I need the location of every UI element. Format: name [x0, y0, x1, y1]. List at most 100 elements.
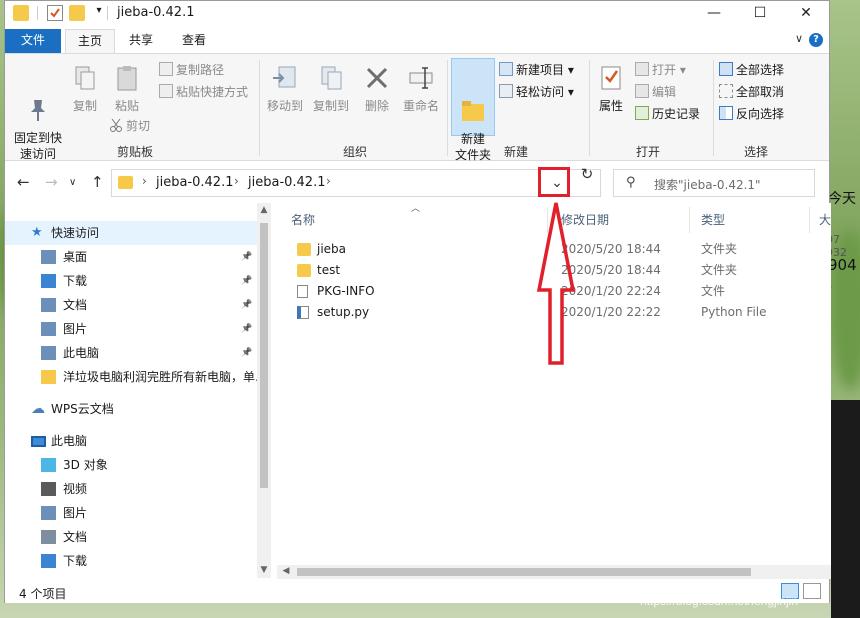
new-folder-quick-icon[interactable]	[69, 5, 85, 21]
navigation-bar: ← → ∨ ↑ › jieba-0.42.1 › jieba-0.42.1 › …	[5, 161, 829, 203]
nav-this-pc-item[interactable]: 文档	[5, 525, 257, 549]
properties-label: 属性	[598, 99, 623, 113]
annotation-highlight-box	[538, 167, 570, 197]
nav-quick-access[interactable]: ★ 快速访问	[5, 221, 257, 245]
pin-icon[interactable]: 📌	[241, 245, 252, 269]
outside-today-label: 今天	[828, 191, 856, 207]
invert-selection-button[interactable]: 反向选择	[719, 104, 784, 124]
open-button[interactable]: 打开 ▾	[635, 60, 686, 80]
pin-icon[interactable]: 📌	[241, 269, 252, 293]
properties-quick-icon[interactable]	[47, 5, 63, 21]
scroll-left-icon[interactable]: ◀	[279, 566, 293, 576]
3d-objects-icon	[41, 458, 56, 472]
tab-file[interactable]: 文件	[5, 29, 61, 53]
pin-icon[interactable]: 📌	[241, 317, 252, 341]
paste-button[interactable]: 粘贴	[109, 64, 145, 114]
move-to-label: 移动到	[266, 99, 303, 113]
large-icons-view-icon[interactable]	[803, 583, 821, 599]
minimize-button[interactable]: —	[691, 1, 737, 27]
select-all-button[interactable]: 全部选择	[719, 60, 784, 80]
nav-quick-access-item[interactable]: 洋垃圾电脑利润完胜所有新电脑，单…	[5, 365, 257, 389]
computer-icon	[41, 346, 56, 360]
easy-access-button[interactable]: 轻松访问 ▾	[499, 82, 574, 102]
column-header-type[interactable]: 类型	[701, 211, 725, 228]
file-name: PKG-INFO	[317, 284, 375, 298]
picture-icon	[41, 506, 56, 520]
scroll-up-icon[interactable]: ▲	[257, 205, 271, 215]
nav-this-pc-item[interactable]: 视频	[5, 477, 257, 501]
folder-icon	[41, 370, 56, 384]
tab-view[interactable]: 查看	[171, 29, 217, 53]
delete-icon	[363, 64, 391, 92]
file-icon	[297, 285, 308, 298]
history-button[interactable]: 历史记录	[635, 104, 700, 124]
customize-quick-access-icon[interactable]: ▾	[91, 5, 107, 21]
delete-button[interactable]: 删除	[361, 64, 393, 114]
new-item-icon	[499, 62, 513, 76]
paste-shortcut-icon	[159, 84, 173, 98]
copy-path-button[interactable]: 复制路径	[159, 60, 224, 80]
nav-quick-access-item[interactable]: 文档 📌	[5, 293, 257, 317]
invert-selection-icon	[719, 106, 733, 120]
navigation-pane: ★ 快速访问 桌面 📌 下载 📌 文档 📌 图片 📌 此电脑 📌 洋垃圾电脑利润完胜所有新电脑，单……	[5, 203, 271, 578]
file-name: jieba	[317, 242, 347, 256]
python-file-icon	[297, 306, 309, 319]
address-bar[interactable]: › jieba-0.42.1 › jieba-0.42.1 › ⌄	[111, 169, 601, 197]
file-list-horizontal-scrollbar[interactable]: ◀	[277, 565, 831, 579]
back-arrow-icon[interactable]: ←	[17, 173, 30, 191]
up-arrow-icon[interactable]: ↑	[91, 173, 104, 191]
close-button[interactable]: ✕	[783, 1, 829, 27]
select-none-button[interactable]: 全部取消	[719, 82, 784, 102]
nav-quick-access-item[interactable]: 桌面 📌	[5, 245, 257, 269]
properties-button[interactable]: 属性	[593, 64, 629, 114]
file-type: 文件夹	[701, 263, 738, 277]
maximize-button[interactable]: ☐	[737, 1, 783, 27]
collapse-ribbon-icon[interactable]: ∨	[795, 32, 803, 45]
nav-wps-cloud[interactable]: ☁ WPS云文档	[5, 397, 257, 421]
explorer-window: ▾ jieba-0.42.1 — ☐ ✕ 文件 主页 共享 查看 ∨ ? 固定到…	[4, 0, 831, 603]
tab-home[interactable]: 主页	[65, 29, 115, 53]
column-header-size[interactable]: 大	[819, 211, 831, 228]
breadcrumb-item[interactable]: jieba-0.42.1	[156, 175, 233, 190]
recent-locations-icon[interactable]: ∨	[69, 177, 76, 188]
scroll-down-icon[interactable]: ▼	[257, 565, 271, 575]
nav-this-pc-item[interactable]: 3D 对象	[5, 453, 257, 477]
nav-pane-scrollbar[interactable]: ▲ ▼	[257, 203, 271, 578]
desktop-icon	[41, 250, 56, 264]
tab-share[interactable]: 共享	[119, 29, 163, 53]
forward-arrow-icon[interactable]: →	[45, 173, 58, 191]
refresh-icon[interactable]: ↻	[577, 165, 597, 183]
nav-quick-access-item[interactable]: 图片 📌	[5, 317, 257, 341]
edit-button[interactable]: 编辑	[635, 82, 676, 102]
scrollbar-thumb[interactable]	[260, 223, 268, 488]
paste-shortcut-button[interactable]: 粘贴快捷方式	[159, 82, 248, 102]
pin-label: 固定到快 速访问	[13, 131, 62, 161]
rename-button[interactable]: 重命名	[399, 64, 443, 114]
new-folder-label: 新建 文件夹	[454, 132, 491, 162]
search-input[interactable]: ⚲ 搜索"jieba-0.42.1"	[613, 169, 815, 197]
new-folder-icon	[459, 81, 487, 121]
folder-icon	[13, 5, 29, 21]
nav-this-pc-item[interactable]: 图片	[5, 501, 257, 525]
new-folder-button[interactable]: 新建 文件夹	[451, 58, 495, 162]
breadcrumb-item[interactable]: jieba-0.42.1	[248, 175, 325, 190]
pin-icon[interactable]: 📌	[241, 341, 252, 365]
new-item-button[interactable]: 新建项目 ▾	[499, 60, 574, 80]
pin-icon[interactable]: 📌	[241, 293, 252, 317]
nav-quick-access-item[interactable]: 下载 📌	[5, 269, 257, 293]
pin-to-quick-access-button[interactable]: 固定到快 速访问	[9, 64, 67, 162]
cut-button[interactable]: 剪切	[109, 116, 150, 136]
nav-this-pc-item[interactable]: 下载	[5, 549, 257, 573]
nav-this-pc[interactable]: 此电脑	[5, 429, 257, 453]
help-icon[interactable]: ?	[809, 33, 823, 47]
properties-icon	[597, 64, 625, 92]
file-type: 文件	[701, 284, 726, 298]
copy-button[interactable]: 复制	[67, 64, 103, 114]
column-header-name[interactable]: 名称	[291, 211, 315, 228]
horizontal-scrollbar-thumb[interactable]	[297, 568, 751, 576]
nav-this-pc-item[interactable]: 音乐	[5, 573, 257, 578]
nav-quick-access-item[interactable]: 此电脑 📌	[5, 341, 257, 365]
copy-path-icon	[159, 62, 173, 76]
move-to-button[interactable]: 移动到	[263, 64, 307, 114]
copy-to-button[interactable]: 复制到	[309, 64, 353, 114]
